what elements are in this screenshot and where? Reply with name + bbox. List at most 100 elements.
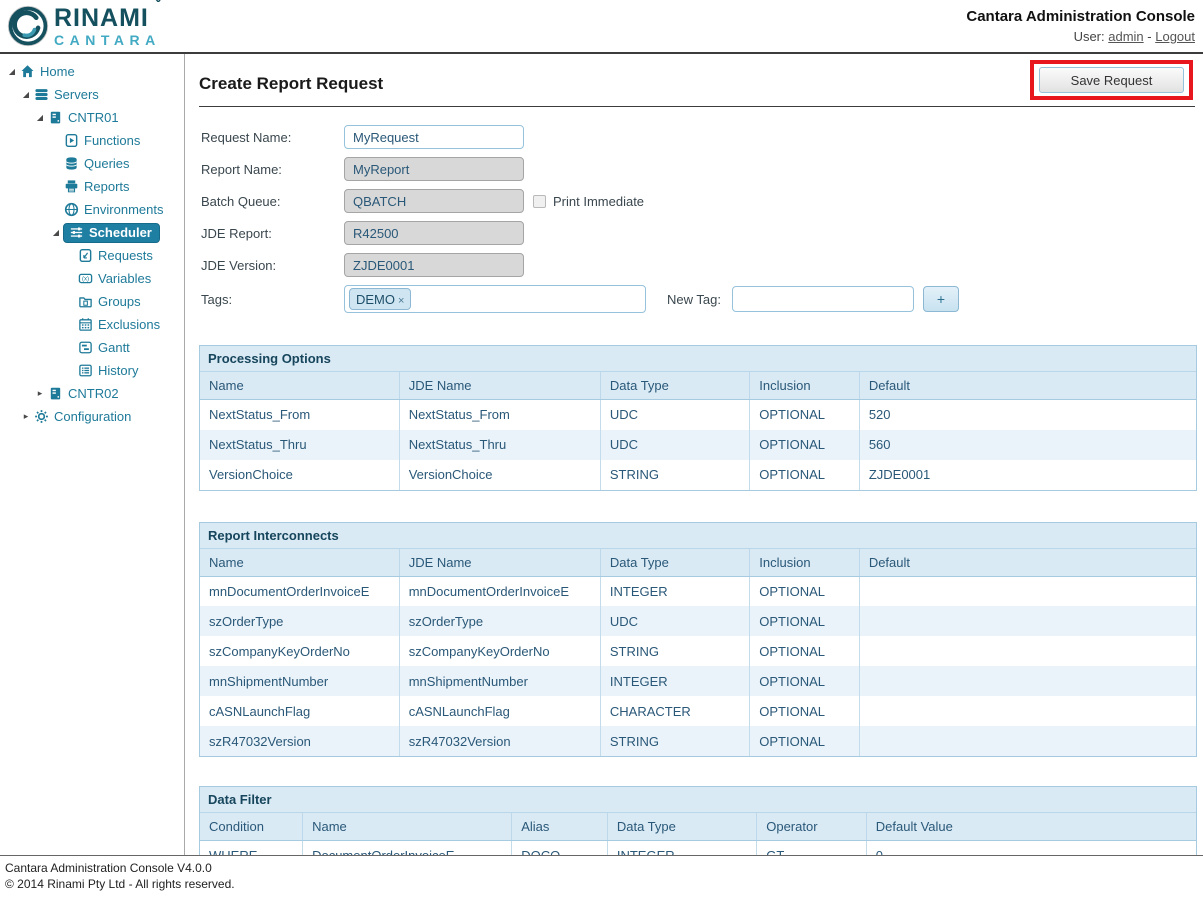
server-icon xyxy=(47,110,64,126)
sidebar-item-label: Variables xyxy=(98,271,151,286)
tags-input[interactable]: DEMO × xyxy=(344,285,646,313)
sidebar-item-configuration[interactable]: ▸ Configuration xyxy=(0,405,184,428)
rinami-logo-icon xyxy=(6,4,50,48)
report-name-label: Report Name: xyxy=(201,162,344,177)
annotation-highlight-box: Save Request xyxy=(1030,60,1193,100)
table-row[interactable]: VersionChoiceVersionChoiceSTRINGOPTIONAL… xyxy=(200,460,1196,490)
logout-link[interactable]: Logout xyxy=(1155,29,1195,44)
table-row[interactable]: mnDocumentOrderInvoiceEmnDocumentOrderIn… xyxy=(200,576,1196,606)
sidebar-item-requests[interactable]: Requests xyxy=(0,244,184,267)
table-cell: DocumentOrderInvoiceE xyxy=(303,841,512,856)
table-row[interactable]: szCompanyKeyOrderNoszCompanyKeyOrderNoST… xyxy=(200,636,1196,666)
table-cell: VersionChoice xyxy=(399,460,600,490)
selected-item-highlight[interactable]: Scheduler xyxy=(63,223,160,243)
table-cell: szOrderType xyxy=(399,606,600,636)
new-tag-input[interactable] xyxy=(732,286,914,312)
table-cell: STRING xyxy=(600,460,749,490)
table-row[interactable]: NextStatus_FromNextStatus_FromUDCOPTIONA… xyxy=(200,400,1196,430)
sidebar-item-queries[interactable]: Queries xyxy=(0,152,184,175)
print-immediate-label: Print Immediate xyxy=(553,194,644,209)
add-tag-button[interactable]: + xyxy=(923,286,959,312)
caret-collapsed-icon[interactable]: ▸ xyxy=(19,411,33,422)
column-header: JDE Name xyxy=(399,372,600,400)
table-cell: mnShipmentNumber xyxy=(399,666,600,696)
table-cell: OPTIONAL xyxy=(750,460,860,490)
sidebar-item-reports[interactable]: Reports xyxy=(0,175,184,198)
table-row[interactable]: NextStatus_ThruNextStatus_ThruUDCOPTIONA… xyxy=(200,430,1196,460)
sidebar-item-cntr02[interactable]: ▸ CNTR02 xyxy=(0,382,184,405)
sidebar-item-label: Reports xyxy=(84,179,130,194)
sidebar-item-label: Exclusions xyxy=(98,317,160,332)
caret-expanded-icon[interactable]: ◢ xyxy=(5,67,19,76)
table-cell: OPTIONAL xyxy=(750,666,860,696)
table-row[interactable]: cASNLaunchFlagcASNLaunchFlagCHARACTEROPT… xyxy=(200,696,1196,726)
table-cell: INTEGER xyxy=(607,841,756,856)
sidebar-item-home[interactable]: ◢ Home xyxy=(0,60,184,83)
sidebar-item-label: Groups xyxy=(98,294,141,309)
column-header: Default Value xyxy=(866,813,1196,841)
table-cell: cASNLaunchFlag xyxy=(399,696,600,726)
gantt-icon xyxy=(77,340,94,356)
sidebar-item-cntr01[interactable]: ◢ CNTR01 xyxy=(0,106,184,129)
sidebar-item-label: CNTR02 xyxy=(68,386,119,401)
table-cell: szR47032Version xyxy=(200,726,399,756)
table-cell: mnDocumentOrderInvoiceE xyxy=(200,576,399,606)
sidebar-item-variables[interactable]: (x) Variables xyxy=(0,267,184,290)
caret-expanded-icon[interactable]: ◢ xyxy=(49,228,63,237)
sidebar-item-gantt[interactable]: Gantt xyxy=(0,336,184,359)
caret-collapsed-icon[interactable]: ▸ xyxy=(33,388,47,399)
table-cell xyxy=(859,666,1196,696)
save-request-button[interactable]: Save Request xyxy=(1039,67,1184,93)
table-row[interactable]: WHEREDocumentOrderInvoiceEDOCOINTEGERGT0 xyxy=(200,841,1196,856)
caret-expanded-icon[interactable]: ◢ xyxy=(19,90,33,99)
sidebar-item-history[interactable]: History xyxy=(0,359,184,382)
logo-line2: CANTARA xyxy=(54,33,161,47)
tags-label: Tags: xyxy=(201,292,344,307)
table-cell: GT xyxy=(757,841,867,856)
sidebar-item-servers[interactable]: ◢ Servers xyxy=(0,83,184,106)
table-row[interactable]: szOrderTypeszOrderTypeUDCOPTIONAL xyxy=(200,606,1196,636)
table-cell: szR47032Version xyxy=(399,726,600,756)
sidebar-item-label: Configuration xyxy=(54,409,131,424)
table-cell: DOCO xyxy=(512,841,608,856)
sidebar-item-label: Requests xyxy=(98,248,153,263)
table-title: Processing Options xyxy=(200,346,1196,372)
servers-icon xyxy=(33,87,50,103)
caret-expanded-icon[interactable]: ◢ xyxy=(33,113,47,122)
functions-icon xyxy=(63,133,80,149)
reports-icon xyxy=(63,179,80,195)
table-row[interactable]: szR47032VersionszR47032VersionSTRINGOPTI… xyxy=(200,726,1196,756)
table-cell: VersionChoice xyxy=(200,460,399,490)
table-cell: szCompanyKeyOrderNo xyxy=(200,636,399,666)
user-name-link[interactable]: admin xyxy=(1108,29,1143,44)
table-cell xyxy=(859,636,1196,666)
table-row[interactable]: mnShipmentNumbermnShipmentNumberINTEGERO… xyxy=(200,666,1196,696)
sidebar-item-functions[interactable]: Functions xyxy=(0,129,184,152)
sidebar-item-label: History xyxy=(98,363,138,378)
tag-chip-demo: DEMO × xyxy=(349,288,411,310)
sidebar-item-groups[interactable]: Groups xyxy=(0,290,184,313)
variables-icon: (x) xyxy=(77,271,94,287)
sidebar-item-scheduler[interactable]: ◢ Scheduler xyxy=(0,221,184,244)
sidebar-item-environments[interactable]: Environments xyxy=(0,198,184,221)
table-cell: ZJDE0001 xyxy=(859,460,1196,490)
request-name-input[interactable] xyxy=(344,125,524,149)
print-immediate-checkbox[interactable] xyxy=(533,195,546,208)
queries-icon xyxy=(63,156,80,172)
table-cell: NextStatus_From xyxy=(399,400,600,430)
scheduler-icon xyxy=(68,225,85,241)
remove-tag-icon[interactable]: × xyxy=(398,295,404,307)
table-cell xyxy=(859,606,1196,636)
table-cell: szCompanyKeyOrderNo xyxy=(399,636,600,666)
sidebar-item-label: Environments xyxy=(84,202,163,217)
sidebar-item-exclusions[interactable]: Exclusions xyxy=(0,313,184,336)
table-cell: UDC xyxy=(600,606,749,636)
column-header: Inclusion xyxy=(750,372,860,400)
table-title: Data Filter xyxy=(200,787,1196,813)
column-header: Alias xyxy=(512,813,608,841)
requests-icon xyxy=(77,248,94,264)
column-header: Data Type xyxy=(600,372,749,400)
groups-icon xyxy=(77,294,94,310)
jde-report-input xyxy=(344,221,524,245)
column-header: Condition xyxy=(200,813,303,841)
